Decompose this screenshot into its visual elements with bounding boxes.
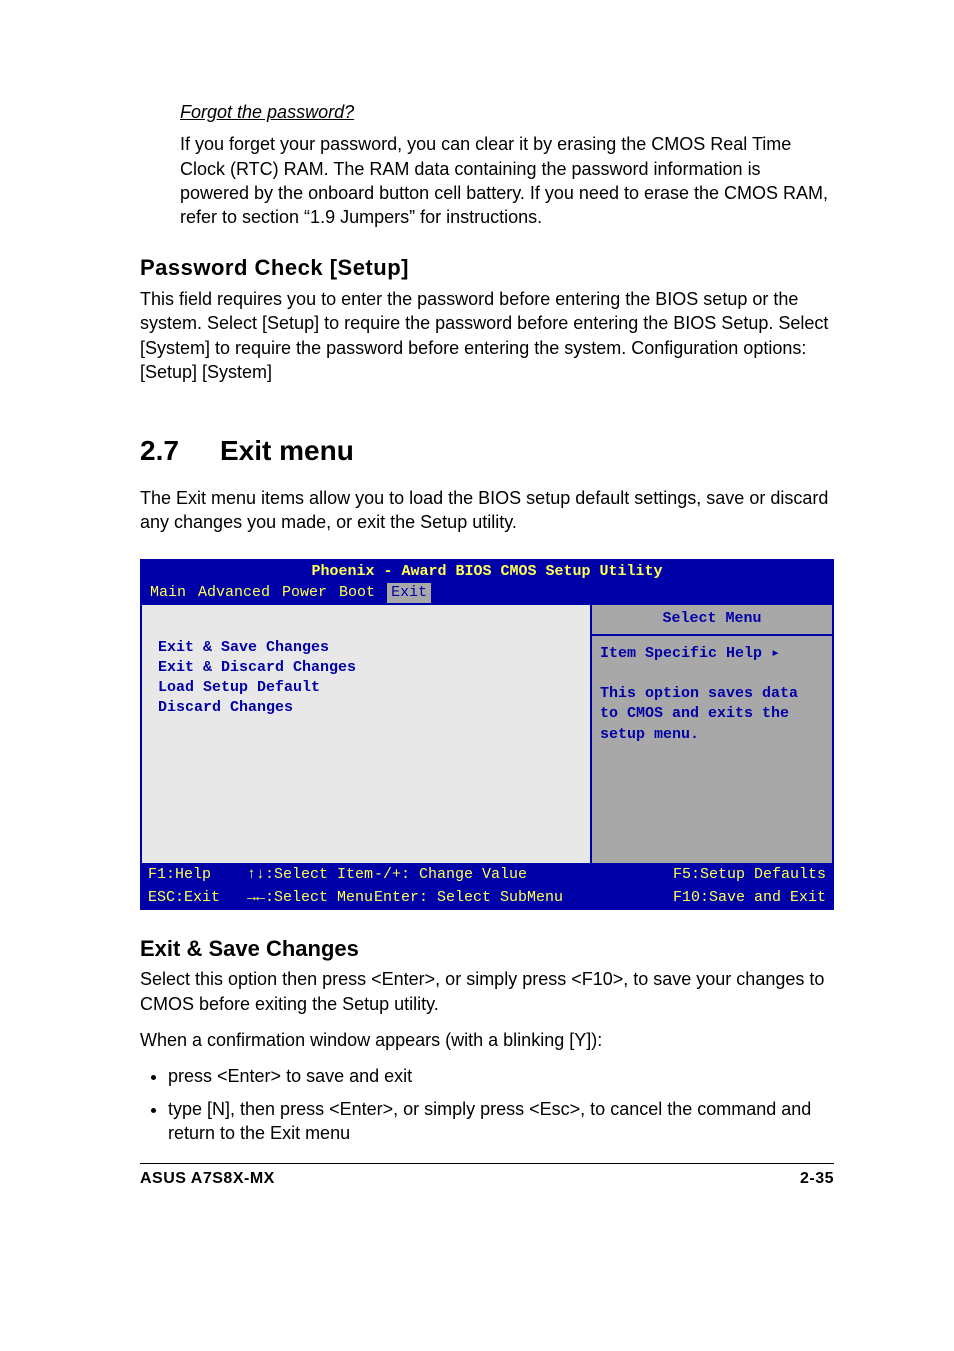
bios-right-pane: Select Menu Item Specific Help ▸ This op… <box>592 605 832 863</box>
bios-footer-col2b: Enter: Select SubMenu <box>374 888 600 908</box>
bios-tab-advanced: Advanced <box>198 583 270 603</box>
bios-item-exit-save: Exit & Save Changes <box>158 639 329 656</box>
bios-item-load-default: Load Setup Default <box>158 679 320 696</box>
exit-save-bullet-1: press <Enter> to save and exit <box>168 1064 834 1088</box>
exit-menu-intro: The Exit menu items allow you to load th… <box>140 486 834 535</box>
bios-title: Phoenix - Award BIOS CMOS Setup Utility <box>140 559 834 583</box>
section-heading-exit-menu: 2.7Exit menu <box>140 432 834 470</box>
password-check-heading: Password Check [Setup] <box>140 253 834 283</box>
section-number: 2.7 <box>140 432 220 470</box>
footer-product: ASUS A7S8X-MX <box>140 1168 275 1190</box>
exit-save-confirm-line: When a confirmation window appears (with… <box>140 1028 834 1052</box>
bios-help-title: Select Menu <box>592 605 832 635</box>
forgot-password-heading: Forgot the password? <box>180 100 834 124</box>
bios-footer-col1: F1:Help ↑↓:Select Item <box>148 865 374 885</box>
bios-footer-col1b: ESC:Exit →←:Select Menu <box>148 888 374 908</box>
bios-tab-exit: Exit <box>387 583 431 603</box>
section-title: Exit menu <box>220 435 354 466</box>
bios-tab-main: Main <box>150 583 186 603</box>
bios-footer-col3: F5:Setup Defaults <box>600 865 826 885</box>
bios-footer-col3b: F10:Save and Exit <box>600 888 826 908</box>
bios-menubar: Main Advanced Power Boot Exit <box>140 583 834 605</box>
footer-page-number: 2-35 <box>800 1168 834 1190</box>
password-check-body: This field requires you to enter the pas… <box>140 287 834 384</box>
exit-save-bullet-2: type [N], then press <Enter>, or simply … <box>168 1097 834 1146</box>
bios-footer-2: ESC:Exit →←:Select Menu Enter: Select Su… <box>140 888 834 910</box>
bios-tab-power: Power <box>282 583 327 603</box>
bios-left-pane: Exit & Save Changes Exit & Discard Chang… <box>142 605 592 863</box>
bios-body: Exit & Save Changes Exit & Discard Chang… <box>140 605 834 865</box>
bios-help-body: Item Specific Help ▸ This option saves d… <box>592 636 832 864</box>
exit-save-body: Select this option then press <Enter>, o… <box>140 967 834 1016</box>
exit-save-heading: Exit & Save Changes <box>140 934 834 964</box>
bios-tab-boot: Boot <box>339 583 375 603</box>
forgot-password-body: If you forget your password, you can cle… <box>180 132 834 229</box>
bios-item-exit-discard: Exit & Discard Changes <box>158 659 356 676</box>
bios-help-line1: Item Specific Help ▸ <box>600 645 780 662</box>
exit-save-bullets: press <Enter> to save and exit type [N],… <box>140 1064 834 1145</box>
bios-item-discard: Discard Changes <box>158 699 293 716</box>
bios-help-text: This option saves data to CMOS and exits… <box>600 685 807 743</box>
bios-screen: Phoenix - Award BIOS CMOS Setup Utility … <box>140 559 834 910</box>
bios-footer: F1:Help ↑↓:Select Item -/+: Change Value… <box>140 865 834 887</box>
page-footer: ASUS A7S8X-MX 2-35 <box>140 1163 834 1190</box>
bios-footer-col2: -/+: Change Value <box>374 865 600 885</box>
